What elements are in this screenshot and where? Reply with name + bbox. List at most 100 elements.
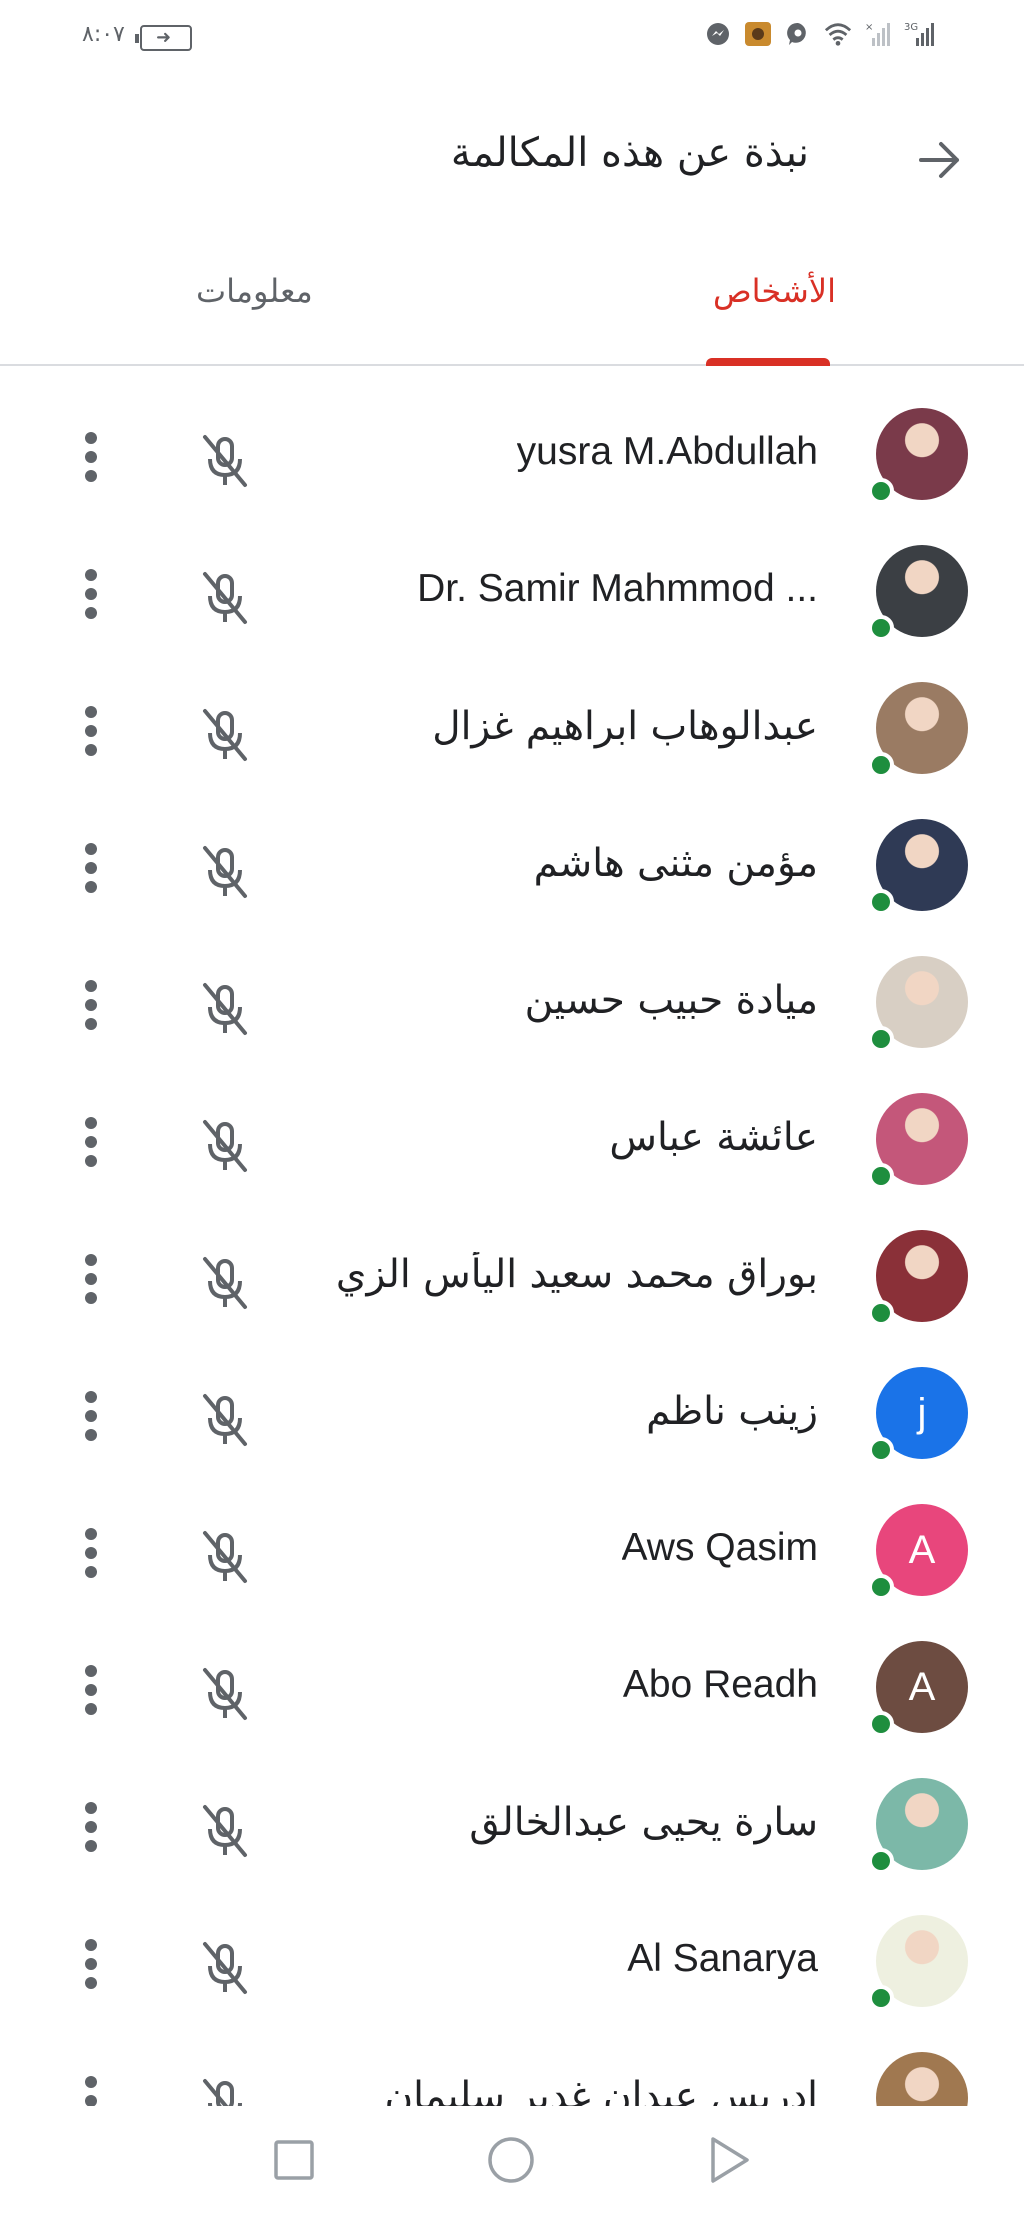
dot-icon xyxy=(85,1665,97,1677)
system-nav-bar xyxy=(0,2106,1024,2218)
participant-row[interactable]: Al Sanarya xyxy=(0,1893,1024,2030)
app-notification-icon xyxy=(744,20,772,48)
mic-off-icon[interactable] xyxy=(194,1663,256,1725)
mic-off-icon[interactable] xyxy=(194,841,256,903)
dot-icon xyxy=(85,1684,97,1696)
participant-row[interactable]: j زينب ناظم xyxy=(0,1345,1024,1482)
tab-people[interactable]: الأشخاص xyxy=(713,272,836,310)
avatar-letter: A xyxy=(908,1664,936,1709)
mic-off-icon[interactable] xyxy=(194,978,256,1040)
participant-row[interactable]: سارة يحيى عبدالخالق xyxy=(0,1756,1024,1893)
mic-off-icon[interactable] xyxy=(194,1937,256,1999)
app-header: نبذة عن هذه المكالمة xyxy=(0,110,1024,210)
dot-icon xyxy=(85,1939,97,1951)
mic-off-icon[interactable] xyxy=(194,1115,256,1177)
battery-icon: ➜ xyxy=(135,25,192,51)
mic-off-icon[interactable] xyxy=(194,567,256,629)
more-options-button[interactable] xyxy=(70,563,112,625)
participant-name: ميادة حبيب حسين xyxy=(524,978,818,1023)
participant-row[interactable]: عائشة عباس xyxy=(0,1071,1024,1208)
dot-icon xyxy=(85,1254,97,1266)
online-status-dot xyxy=(868,1163,894,1189)
page-title: نبذة عن هذه المكالمة xyxy=(450,130,809,176)
mic-off-icon[interactable] xyxy=(194,1389,256,1451)
participant-row[interactable]: ادريس عيدان غدير سليمان xyxy=(0,2030,1024,2106)
dot-icon xyxy=(85,451,97,463)
online-status-dot xyxy=(868,752,894,778)
participant-name: بوراق محمد سعيد اليأس الزي... xyxy=(338,1252,818,1297)
tab-info[interactable]: معلومات xyxy=(196,272,313,310)
status-icons: × 3G xyxy=(704,20,938,48)
mic-off-icon[interactable] xyxy=(194,1252,256,1314)
dot-icon xyxy=(85,706,97,718)
participant-row[interactable]: yusra M.Abdullah xyxy=(0,386,1024,523)
avatar-letter: A xyxy=(908,1527,936,1572)
messenger-icon xyxy=(704,20,732,48)
participant-name: Dr. Samir Mahmmod ... xyxy=(417,567,818,610)
circle-icon xyxy=(488,2137,534,2183)
participant-name: مؤمن مثنى هاشم xyxy=(533,841,818,886)
online-status-dot xyxy=(868,478,894,504)
dot-icon xyxy=(85,2095,97,2106)
dot-icon xyxy=(85,1821,97,1833)
dot-icon xyxy=(85,862,97,874)
home-button[interactable] xyxy=(481,2130,541,2190)
dot-icon xyxy=(85,1136,97,1148)
more-options-button[interactable] xyxy=(70,1248,112,1310)
participant-name: زينب ناظم xyxy=(646,1389,818,1434)
dot-icon xyxy=(85,1566,97,1578)
more-options-button[interactable] xyxy=(70,426,112,488)
back-button[interactable] xyxy=(910,130,970,190)
mic-off-icon[interactable] xyxy=(194,704,256,766)
dot-icon xyxy=(85,881,97,893)
participant-row[interactable]: عبدالوهاب ابراهيم غزال xyxy=(0,660,1024,797)
dot-icon xyxy=(85,1391,97,1403)
more-options-button[interactable] xyxy=(70,1659,112,1721)
dot-icon xyxy=(85,1528,97,1540)
participant-name: عبدالوهاب ابراهيم غزال xyxy=(432,704,818,749)
online-status-dot xyxy=(868,615,894,641)
online-status-dot xyxy=(868,1985,894,2011)
recents-button[interactable] xyxy=(264,2130,324,2190)
participant-name: سارة يحيى عبدالخالق xyxy=(469,1800,818,1845)
more-options-button[interactable] xyxy=(70,1385,112,1447)
svg-text:×: × xyxy=(865,22,873,33)
dot-icon xyxy=(85,569,97,581)
participant-row[interactable]: ميادة حبيب حسين xyxy=(0,934,1024,1071)
more-options-button[interactable] xyxy=(70,1111,112,1173)
status-bar: ٨:٠٧ ➜ × 3G xyxy=(0,0,1024,80)
more-options-button[interactable] xyxy=(70,837,112,899)
participant-row[interactable]: A Abo Readh xyxy=(0,1619,1024,1756)
participant-name: Aws Qasim xyxy=(621,1526,819,1569)
participant-row[interactable]: Dr. Samir Mahmmod ... xyxy=(0,523,1024,660)
participant-row[interactable]: مؤمن مثنى هاشم xyxy=(0,797,1024,934)
dot-icon xyxy=(85,1410,97,1422)
signal-3g-icon: 3G xyxy=(904,20,938,48)
wifi-icon xyxy=(824,20,852,48)
more-options-button[interactable] xyxy=(70,700,112,762)
square-icon xyxy=(274,2140,314,2180)
dot-icon xyxy=(85,980,97,992)
more-options-button[interactable] xyxy=(70,1522,112,1584)
participant-row[interactable]: A Aws Qasim xyxy=(0,1482,1024,1619)
more-options-button[interactable] xyxy=(70,1796,112,1858)
system-back-button[interactable] xyxy=(700,2130,760,2190)
dot-icon xyxy=(85,2076,97,2088)
participant-row[interactable]: بوراق محمد سعيد اليأس الزي... xyxy=(0,1208,1024,1345)
more-options-button[interactable] xyxy=(70,974,112,1036)
mic-off-icon[interactable] xyxy=(194,2074,256,2106)
online-status-dot xyxy=(868,1848,894,1874)
signal-x-icon: × xyxy=(864,20,892,48)
more-options-button[interactable] xyxy=(70,1933,112,1995)
online-status-dot xyxy=(868,889,894,915)
dot-icon xyxy=(85,607,97,619)
mic-off-icon[interactable] xyxy=(194,1800,256,1862)
dot-icon xyxy=(85,1703,97,1715)
mic-off-icon[interactable] xyxy=(194,430,256,492)
participant-name: Al Sanarya xyxy=(627,1937,818,1980)
participant-name: Abo Readh xyxy=(622,1663,818,1706)
more-options-button[interactable] xyxy=(70,2070,112,2106)
participant-list: yusra M.Abdullah Dr. Samir Mahmmod ... عبد… xyxy=(0,386,1024,2106)
chat-icon xyxy=(784,20,812,48)
mic-off-icon[interactable] xyxy=(194,1526,256,1588)
